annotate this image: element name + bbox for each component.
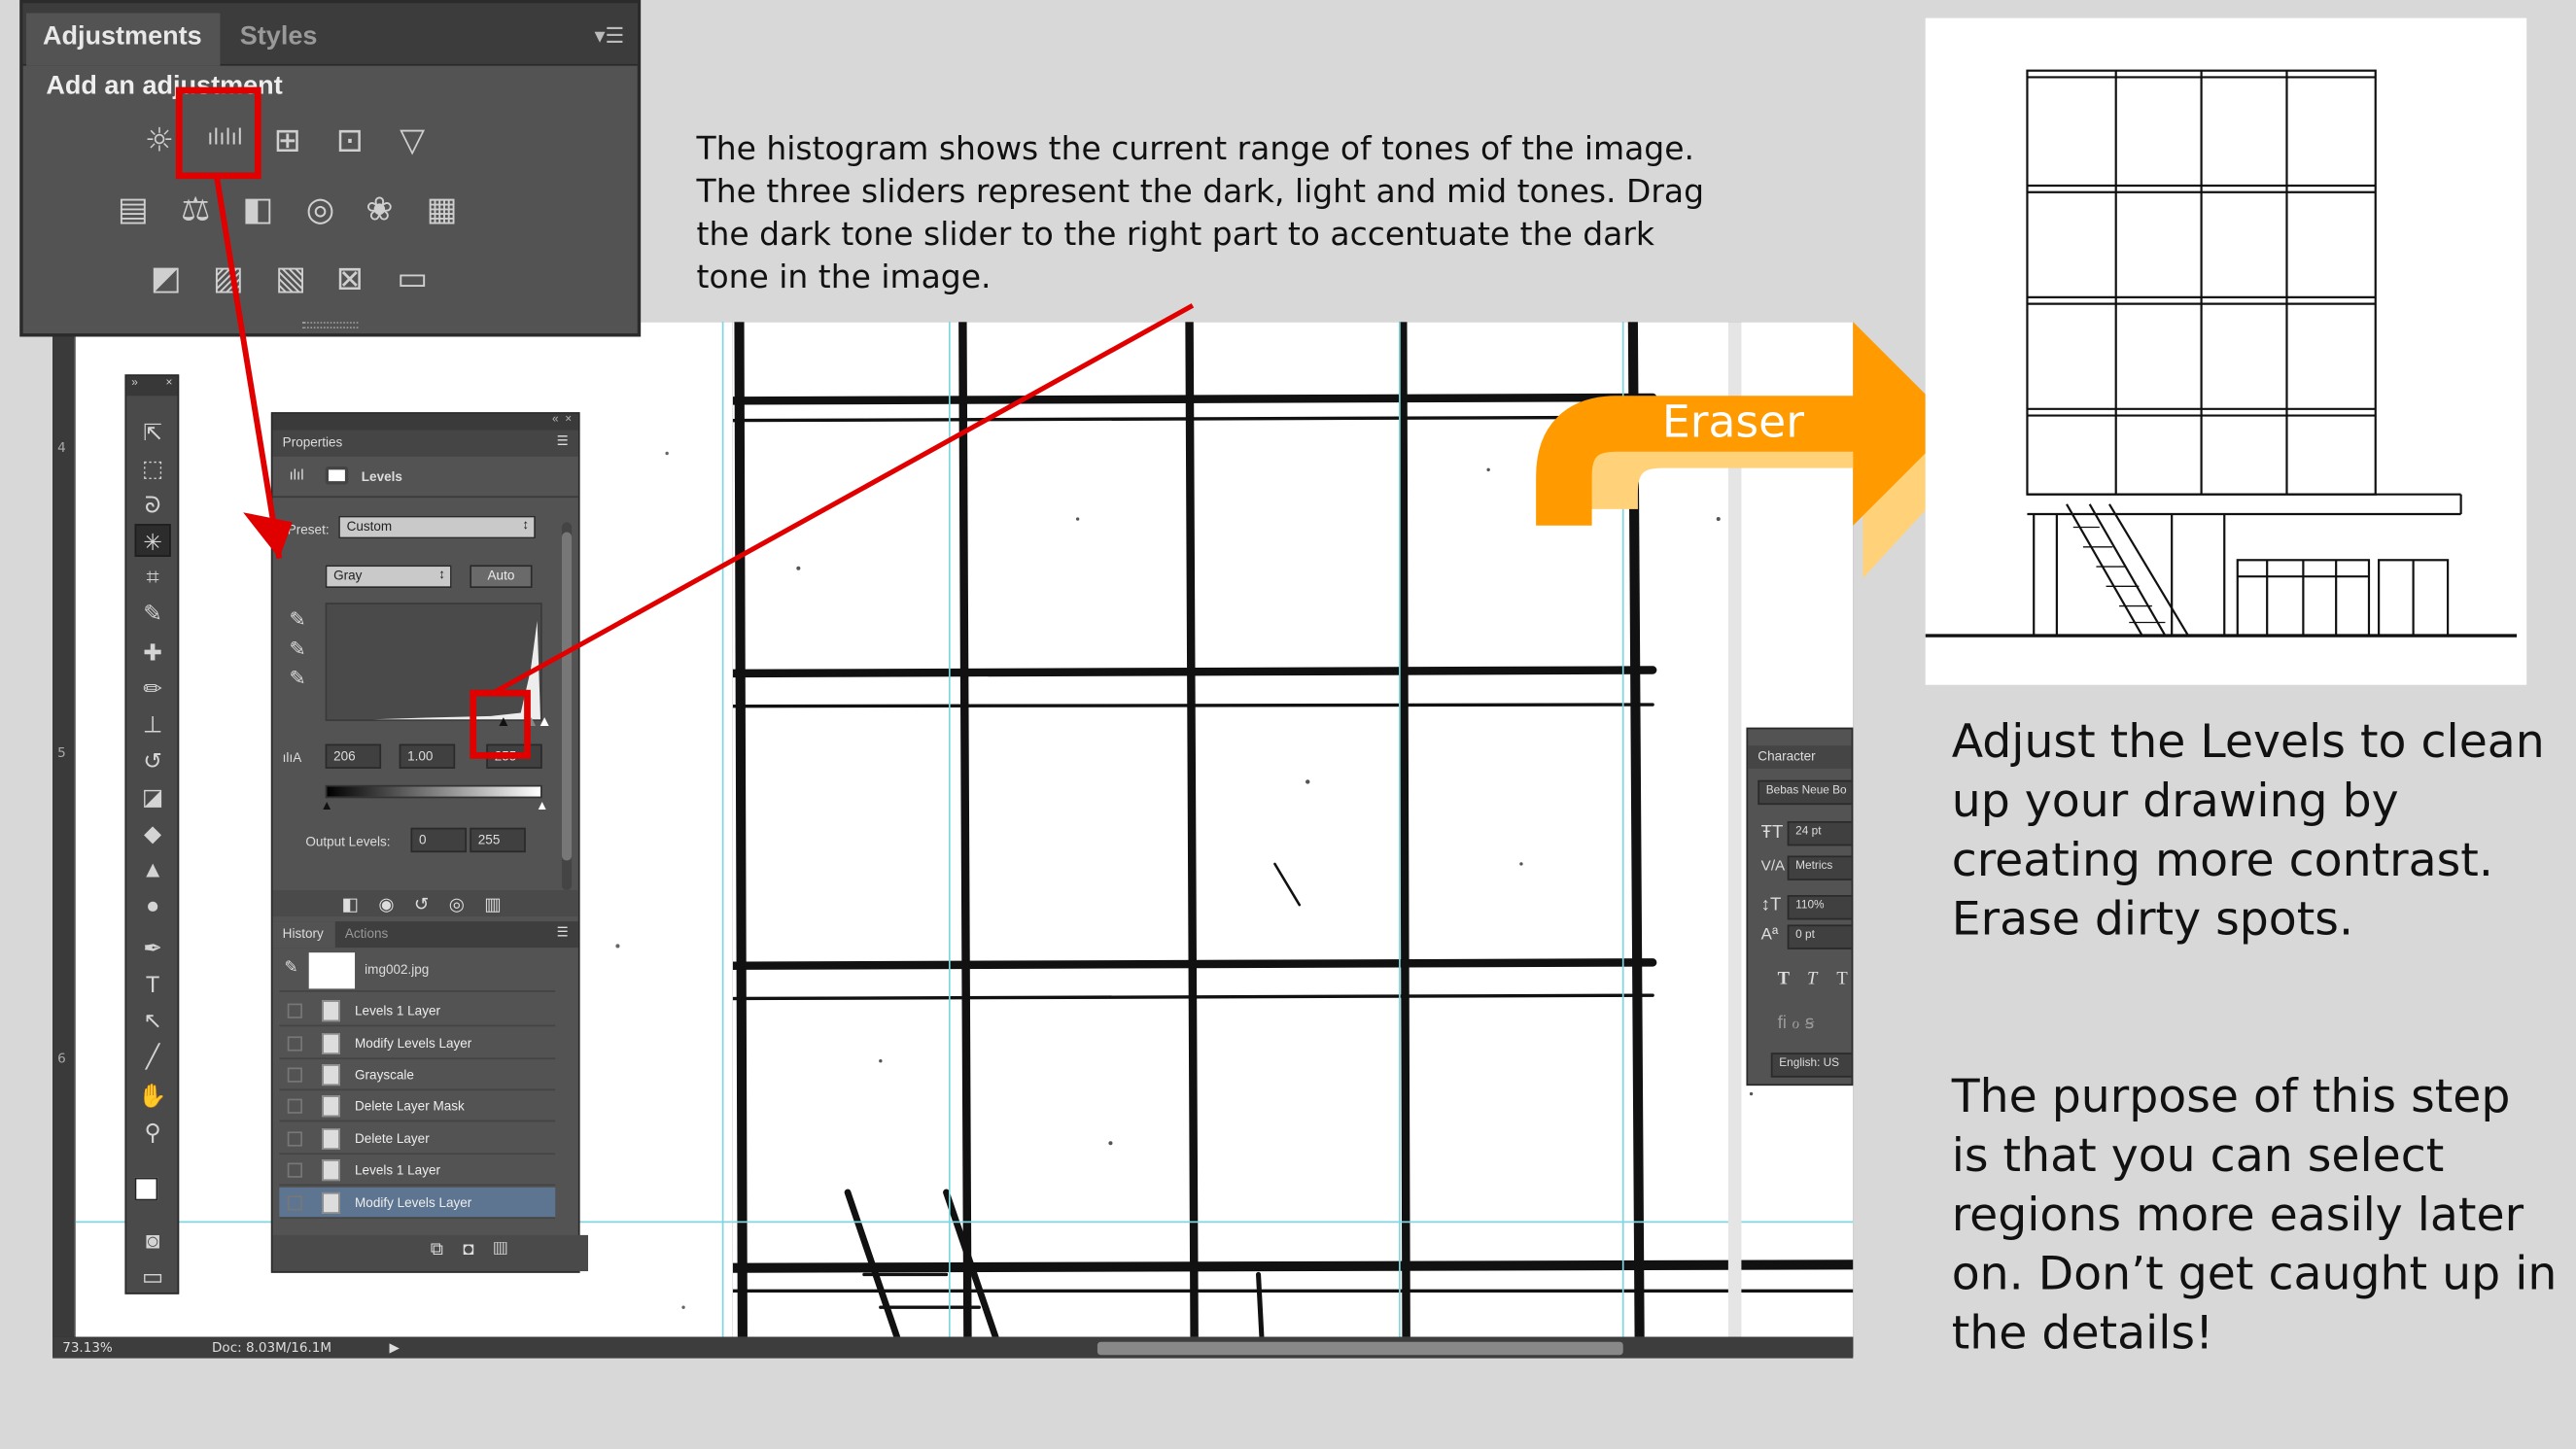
reference-drawing bbox=[1925, 17, 2527, 685]
eraser-label: Eraser bbox=[1661, 397, 1805, 449]
histogram-note: The histogram shows the current range of… bbox=[696, 129, 1705, 296]
side-text-purpose: The purpose of this step is that you can… bbox=[1951, 1069, 2558, 1361]
side-text-instructions: Adjust the Levels to clean up your drawi… bbox=[1951, 714, 2545, 947]
